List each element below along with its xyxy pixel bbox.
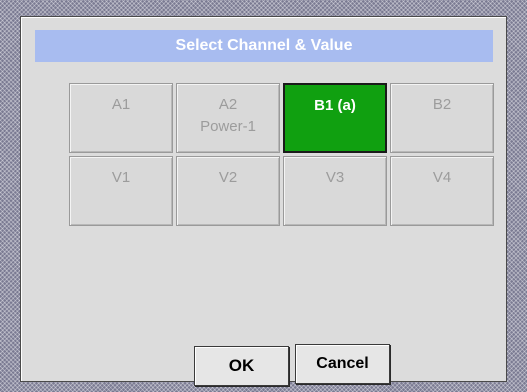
channel-label: V3: [325, 169, 345, 186]
channel-label: V4: [432, 169, 452, 186]
ok-button[interactable]: OK: [194, 346, 289, 386]
channel-button-v4[interactable]: V4: [390, 156, 494, 226]
channel-grid: A1 A2 Power-1 B1 (a) B2 V1 V2 V3 V4: [69, 83, 494, 226]
channel-label: A1: [111, 96, 131, 113]
channel-label: B2: [432, 96, 452, 113]
channel-label: V1: [111, 169, 131, 186]
channel-label: A2: [218, 96, 238, 113]
channel-button-b2[interactable]: B2: [390, 83, 494, 153]
channel-button-a1[interactable]: A1: [69, 83, 173, 153]
dialog-title-bar: Select Channel & Value: [35, 30, 493, 62]
cancel-button-label: Cancel: [316, 355, 369, 372]
cancel-button[interactable]: Cancel: [295, 344, 390, 384]
channel-label: B1 (a): [314, 97, 356, 114]
channel-button-v1[interactable]: V1: [69, 156, 173, 226]
ok-button-label: OK: [228, 356, 255, 375]
channel-button-a2[interactable]: A2 Power-1: [176, 83, 280, 153]
channel-button-b1-selected[interactable]: B1 (a): [283, 83, 387, 153]
channel-label: V2: [218, 169, 238, 186]
select-channel-dialog: Select Channel & Value A1 A2 Power-1 B1 …: [20, 16, 507, 386]
dialog-title: Select Channel & Value: [175, 37, 353, 54]
channel-button-v2[interactable]: V2: [176, 156, 280, 226]
channel-button-v3[interactable]: V3: [283, 156, 387, 226]
channel-sublabel: Power-1: [200, 118, 256, 135]
